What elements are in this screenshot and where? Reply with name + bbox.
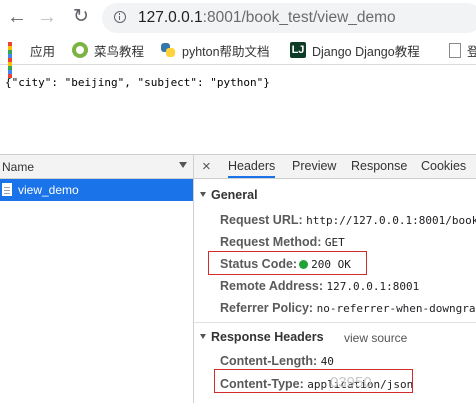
bookmarks-bar: 应用 菜鸟教程 pyhton帮助文档 LJ Django Django教程 登 (0, 36, 476, 78)
json-response-text: {"city": "beijing", "subject": "python"} (5, 76, 270, 89)
header-row-request-method: Request Method: GET (220, 235, 345, 249)
content-type-highlight (214, 369, 413, 393)
section-divider (194, 322, 476, 323)
response-headers-section-header[interactable]: Response Headers (194, 330, 324, 344)
tab-cookies[interactable]: Cookies (421, 159, 466, 173)
general-section-header[interactable]: General (194, 188, 258, 202)
bookmark-python-docs[interactable]: pyhton帮助文档 (160, 40, 270, 60)
bookmark-django[interactable]: LJ Django Django教程 (290, 40, 420, 60)
django-icon: LJ (290, 42, 306, 58)
runoob-icon (72, 42, 88, 58)
address-bar[interactable]: 127.0.0.1:8001/book_test/view_demo (102, 3, 476, 33)
document-icon (2, 183, 12, 196)
header-row-referrer-policy: Referrer Policy: no-referrer-when-downgr… (220, 301, 476, 315)
bookmark-apps[interactable]: 应用 (8, 40, 55, 78)
watermark: 03950 (330, 374, 372, 391)
reload-icon[interactable]: ↻ (70, 6, 92, 28)
tab-headers[interactable]: Headers (228, 159, 276, 178)
header-row-remote-address: Remote Address: 127.0.0.1:8001 (220, 279, 420, 293)
request-detail-pane: × Headers Preview Response Cookies Gener… (194, 155, 476, 403)
devtools-panel: Name view_demo × Headers Preview Respons… (0, 154, 476, 403)
view-source-link[interactable]: view source (344, 331, 407, 345)
url-text[interactable]: 127.0.0.1:8001/book_test/view_demo (138, 9, 396, 27)
back-arrow-icon[interactable]: ← (6, 6, 28, 28)
bookmark-runoob[interactable]: 菜鸟教程 (72, 40, 144, 60)
header-row-request-url: Request URL: http://127.0.0.1:8001/book_ (220, 213, 476, 227)
apps-icon (8, 42, 24, 78)
close-icon[interactable]: × (202, 158, 211, 175)
tab-preview[interactable]: Preview (292, 159, 336, 173)
name-column-header[interactable]: Name (0, 155, 193, 179)
status-code-highlight (208, 251, 367, 275)
page-icon (449, 42, 461, 58)
network-request-list: Name view_demo (0, 155, 194, 403)
browser-toolbar: ← → ↻ 127.0.0.1:8001/book_test/view_demo (0, 0, 476, 36)
header-row-content-length: Content-Length: 40 (220, 354, 334, 368)
detail-tabs: × Headers Preview Response Cookies (194, 155, 476, 179)
forward-arrow-icon[interactable]: → (36, 6, 58, 28)
info-icon[interactable] (114, 11, 126, 23)
collapse-triangle-icon[interactable] (200, 192, 206, 198)
tab-response[interactable]: Response (351, 159, 407, 173)
collapse-triangle-icon[interactable] (200, 334, 206, 340)
request-row-view-demo[interactable]: view_demo (0, 179, 193, 201)
sort-down-icon[interactable] (179, 162, 187, 168)
python-icon (160, 42, 176, 58)
bookmark-login[interactable]: 登 (449, 40, 476, 60)
